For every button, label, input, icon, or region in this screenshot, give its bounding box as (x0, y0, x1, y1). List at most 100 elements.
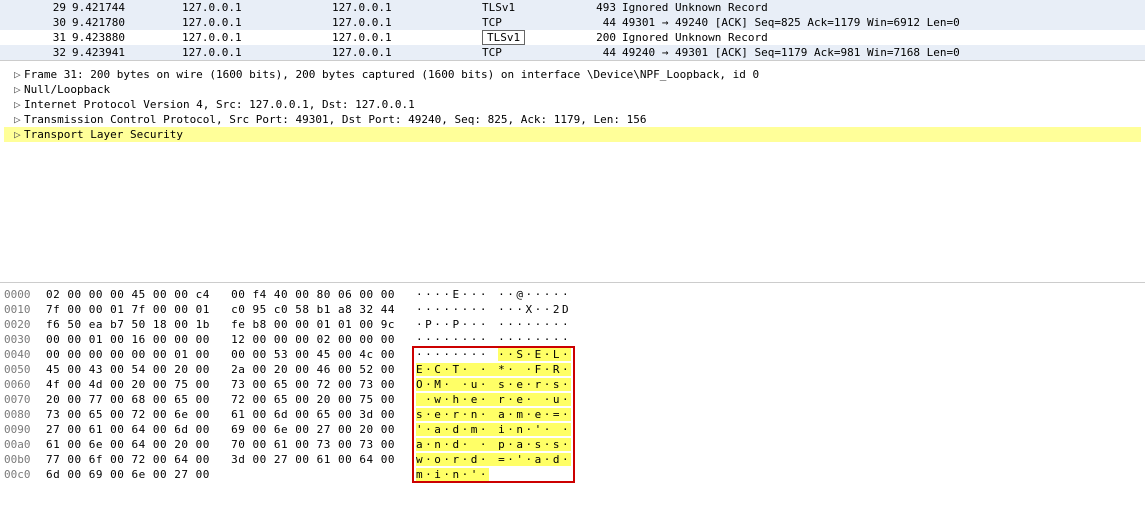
col-source: 127.0.0.1 (182, 30, 332, 45)
hex-bytes: 77 00 6f 00 72 00 64 00 3d 00 27 00 61 0… (46, 452, 396, 467)
hex-ascii: ····E··· ··@····· (396, 287, 571, 302)
hex-offset: 0090 (4, 422, 46, 437)
hex-ascii: m·i·n·'· (396, 467, 489, 482)
col-destination: 127.0.0.1 (332, 30, 482, 45)
col-destination: 127.0.0.1 (332, 15, 482, 30)
hex-offset: 0010 (4, 302, 46, 317)
tree-label: Null/Loopback (24, 83, 110, 96)
col-no: 30 (2, 15, 72, 30)
hex-offset: 0070 (4, 392, 46, 407)
col-info: 49240 → 49301 [ACK] Seq=1179 Ack=981 Win… (622, 45, 1143, 60)
expand-triangle-icon[interactable]: ▷ (14, 67, 24, 82)
col-length: 44 (562, 45, 622, 60)
col-no: 31 (2, 30, 72, 45)
hex-bytes: 61 00 6e 00 64 00 20 00 70 00 61 00 73 0… (46, 437, 396, 452)
tree-node[interactable]: ▷Null/Loopback (4, 82, 1141, 97)
packet-bytes-hexdump[interactable]: 000002 00 00 00 45 00 00 c4 00 f4 40 00 … (0, 283, 1145, 486)
hex-offset: 0030 (4, 332, 46, 347)
hex-offset: 00b0 (4, 452, 46, 467)
hex-row[interactable]: 00107f 00 00 01 7f 00 00 01 c0 95 c0 58 … (4, 302, 1141, 317)
col-source: 127.0.0.1 (182, 45, 332, 60)
col-source: 127.0.0.1 (182, 0, 332, 15)
col-info: Ignored Unknown Record (622, 0, 1143, 15)
packet-row[interactable]: 299.421744127.0.0.1127.0.0.1TLSv1493Igno… (0, 0, 1145, 15)
hex-row[interactable]: 005045 00 43 00 54 00 20 00 2a 00 20 00 … (4, 362, 1141, 377)
hex-row[interactable]: 008073 00 65 00 72 00 6e 00 61 00 6d 00 … (4, 407, 1141, 422)
tree-node[interactable]: ▷Internet Protocol Version 4, Src: 127.0… (4, 97, 1141, 112)
hex-ascii: ·P··P··· ········ (396, 317, 571, 332)
hex-ascii: E·C·T· · *· ·F·R· (396, 362, 571, 377)
col-protocol: TCP (482, 15, 562, 30)
hex-bytes: 6d 00 69 00 6e 00 27 00 (46, 467, 396, 482)
hex-bytes: 27 00 61 00 64 00 6d 00 69 00 6e 00 27 0… (46, 422, 396, 437)
col-no: 32 (2, 45, 72, 60)
packet-list-pane[interactable]: 299.421744127.0.0.1127.0.0.1TLSv1493Igno… (0, 0, 1145, 61)
col-length: 200 (562, 30, 622, 45)
col-time: 9.421744 (72, 0, 182, 15)
hex-ascii: ········ ··S·E·L· (396, 347, 571, 362)
col-time: 9.423880 (72, 30, 182, 45)
hex-ascii: O·M· ·u· s·e·r·s· (396, 377, 571, 392)
col-destination: 127.0.0.1 (332, 0, 482, 15)
hex-row[interactable]: 00c06d 00 69 00 6e 00 27 00 m·i·n·'· (4, 467, 1141, 482)
col-protocol: TLSv1 (482, 0, 562, 15)
hex-bytes: 00 00 01 00 16 00 00 00 12 00 00 00 02 0… (46, 332, 396, 347)
hex-row[interactable]: 009027 00 61 00 64 00 6d 00 69 00 6e 00 … (4, 422, 1141, 437)
tree-label: Transmission Control Protocol, Src Port:… (24, 113, 647, 126)
hex-bytes: 45 00 43 00 54 00 20 00 2a 00 20 00 46 0… (46, 362, 396, 377)
hex-offset: 0060 (4, 377, 46, 392)
hex-bytes: 73 00 65 00 72 00 6e 00 61 00 6d 00 65 0… (46, 407, 396, 422)
expand-triangle-icon[interactable]: ▷ (14, 97, 24, 112)
hex-offset: 00a0 (4, 437, 46, 452)
hex-row[interactable]: 007020 00 77 00 68 00 65 00 72 00 65 00 … (4, 392, 1141, 407)
col-protocol: TCP (482, 45, 562, 60)
col-protocol: TLSv1 (482, 30, 562, 45)
hex-offset: 0000 (4, 287, 46, 302)
col-destination: 127.0.0.1 (332, 45, 482, 60)
hex-offset: 0040 (4, 347, 46, 362)
packet-row[interactable]: 309.421780127.0.0.1127.0.0.1TCP4449301 →… (0, 15, 1145, 30)
hex-bytes: 4f 00 4d 00 20 00 75 00 73 00 65 00 72 0… (46, 377, 396, 392)
packet-row[interactable]: 319.423880127.0.0.1127.0.0.1TLSv1200Igno… (0, 30, 1145, 45)
hex-row[interactable]: 00b077 00 6f 00 72 00 64 00 3d 00 27 00 … (4, 452, 1141, 467)
hex-offset: 0020 (4, 317, 46, 332)
expand-triangle-icon[interactable]: ▷ (14, 112, 24, 127)
packet-row[interactable]: 329.423941127.0.0.1127.0.0.1TCP4449240 →… (0, 45, 1145, 60)
hex-row[interactable]: 004000 00 00 00 00 00 01 00 00 00 53 00 … (4, 347, 1141, 362)
hex-bytes: 7f 00 00 01 7f 00 00 01 c0 95 c0 58 b1 a… (46, 302, 396, 317)
hex-row[interactable]: 000002 00 00 00 45 00 00 c4 00 f4 40 00 … (4, 287, 1141, 302)
hex-ascii: s·e·r·n· a·m·e·=· (396, 407, 571, 422)
col-info: 49301 → 49240 [ACK] Seq=825 Ack=1179 Win… (622, 15, 1143, 30)
hex-offset: 0050 (4, 362, 46, 377)
tree-label: Internet Protocol Version 4, Src: 127.0.… (24, 98, 415, 111)
hex-offset: 00c0 (4, 467, 46, 482)
tree-node[interactable]: ▷Transport Layer Security (4, 127, 1141, 142)
packet-details-tree[interactable]: ▷Frame 31: 200 bytes on wire (1600 bits)… (0, 61, 1145, 283)
col-length: 44 (562, 15, 622, 30)
tree-node[interactable]: ▷Transmission Control Protocol, Src Port… (4, 112, 1141, 127)
tree-node[interactable]: ▷Frame 31: 200 bytes on wire (1600 bits)… (4, 67, 1141, 82)
col-time: 9.423941 (72, 45, 182, 60)
hex-row[interactable]: 00604f 00 4d 00 20 00 75 00 73 00 65 00 … (4, 377, 1141, 392)
hex-bytes: 00 00 00 00 00 00 01 00 00 00 53 00 45 0… (46, 347, 396, 362)
hex-ascii: a·n·d· · p·a·s·s· (396, 437, 571, 452)
hex-bytes: 02 00 00 00 45 00 00 c4 00 f4 40 00 80 0… (46, 287, 396, 302)
hex-ascii: ········ ···X··2D (396, 302, 571, 317)
hex-row[interactable]: 0020f6 50 ea b7 50 18 00 1b fe b8 00 00 … (4, 317, 1141, 332)
hex-ascii: '·a·d·m· i·n·'· · (396, 422, 571, 437)
expand-triangle-icon[interactable]: ▷ (14, 82, 24, 97)
expand-triangle-icon[interactable]: ▷ (14, 127, 24, 142)
tree-label: Frame 31: 200 bytes on wire (1600 bits),… (24, 68, 759, 81)
tree-label: Transport Layer Security (24, 128, 183, 141)
hex-offset: 0080 (4, 407, 46, 422)
hex-row[interactable]: 003000 00 01 00 16 00 00 00 12 00 00 00 … (4, 332, 1141, 347)
hex-bytes: 20 00 77 00 68 00 65 00 72 00 65 00 20 0… (46, 392, 396, 407)
col-time: 9.421780 (72, 15, 182, 30)
hex-bytes: f6 50 ea b7 50 18 00 1b fe b8 00 00 01 0… (46, 317, 396, 332)
hex-ascii: w·o·r·d· =·'·a·d· (396, 452, 571, 467)
col-length: 493 (562, 0, 622, 15)
hex-ascii: ········ ········ (396, 332, 571, 347)
hex-row[interactable]: 00a061 00 6e 00 64 00 20 00 70 00 61 00 … (4, 437, 1141, 452)
col-info: Ignored Unknown Record (622, 30, 1143, 45)
hex-ascii: ·w·h·e· r·e· ·u· (396, 392, 571, 407)
